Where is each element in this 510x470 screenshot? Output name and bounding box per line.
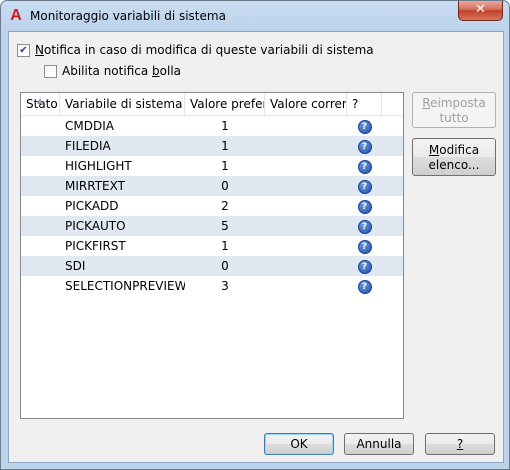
row-preferred-value[interactable]: 1	[185, 116, 265, 136]
row-variable-name[interactable]: HIGHLIGHT	[60, 156, 185, 176]
row-current-value[interactable]	[265, 136, 347, 156]
row-variable-name[interactable]: SDI	[60, 256, 185, 276]
cancel-button[interactable]: Annulla	[344, 433, 414, 455]
help-question-icon[interactable]: ?	[357, 259, 372, 274]
row-variable-name[interactable]: FILEDIA	[60, 136, 185, 156]
help-question-icon[interactable]: ?	[357, 199, 372, 214]
column-header-preferred[interactable]: Valore preferi	[185, 93, 265, 115]
row-preferred-value[interactable]: 3	[185, 276, 265, 296]
row-variable-name[interactable]: PICKADD	[60, 196, 185, 216]
row-current-value[interactable]	[265, 116, 347, 136]
table-row[interactable]: PICKFIRST 1?	[21, 236, 403, 256]
row-preferred-value[interactable]: 1	[185, 136, 265, 156]
row-preferred-value[interactable]: 1	[185, 156, 265, 176]
title-bar[interactable]: A Monitoraggio variabili di sistema ✕	[1, 1, 509, 31]
row-help-cell[interactable]: ?	[347, 136, 382, 156]
list-header: ▲ Stato Variabile di sistema Valore prefe…	[21, 93, 403, 116]
row-current-value[interactable]	[265, 256, 347, 276]
row-help-cell[interactable]: ?	[347, 276, 382, 296]
edit-list-button[interactable]: Modifica elenco...	[412, 138, 496, 176]
row-preferred-value[interactable]: 1	[185, 236, 265, 256]
row-help-cell[interactable]: ?	[347, 196, 382, 216]
balloon-checkbox[interactable]	[44, 64, 57, 78]
help-question-icon[interactable]: ?	[357, 119, 372, 134]
row-current-value[interactable]	[265, 176, 347, 196]
column-header-variable[interactable]: Variabile di sistema	[60, 93, 185, 115]
row-preferred-value[interactable]: 0	[185, 256, 265, 276]
row-preferred-value[interactable]: 2	[185, 196, 265, 216]
row-current-value[interactable]	[265, 216, 347, 236]
table-row[interactable]: MIRRTEXT 0?	[21, 176, 403, 196]
row-help-cell[interactable]: ?	[347, 116, 382, 136]
row-variable-name[interactable]: MIRRTEXT	[60, 176, 185, 196]
table-row[interactable]: FILEDIA 1?	[21, 136, 403, 156]
dialog-body: ✔ Notifica in caso di modifica di queste…	[8, 31, 504, 463]
row-preferred-value[interactable]: 5	[185, 216, 265, 236]
row-current-value[interactable]	[265, 156, 347, 176]
help-question-icon[interactable]: ?	[357, 139, 372, 154]
ok-button[interactable]: OK	[264, 433, 334, 455]
window-title: Monitoraggio variabili di sistema	[30, 9, 226, 23]
row-status[interactable]	[21, 136, 60, 156]
help-button[interactable]: ?	[425, 433, 495, 455]
row-variable-name[interactable]: SELECTIONPREVIEW	[60, 276, 185, 296]
reset-all-button[interactable]: Reimposta tutto	[412, 92, 496, 128]
row-help-cell[interactable]: ?	[347, 176, 382, 196]
row-status[interactable]	[21, 156, 60, 176]
row-help-cell[interactable]: ?	[347, 156, 382, 176]
row-current-value[interactable]	[265, 196, 347, 216]
column-header-filler	[382, 93, 402, 115]
help-question-icon[interactable]: ?	[357, 219, 372, 234]
row-status[interactable]	[21, 276, 60, 296]
row-help-cell[interactable]: ?	[347, 256, 382, 276]
help-question-icon[interactable]: ?	[357, 159, 372, 174]
balloon-label[interactable]: Abilita notifica bolla	[62, 64, 181, 78]
notify-label[interactable]: Notifica in caso di modifica di queste v…	[35, 43, 374, 57]
balloon-option[interactable]: Abilita notifica bolla	[44, 64, 181, 78]
table-row[interactable]: SELECTIONPREVIEW 3?	[21, 276, 403, 296]
row-variable-name[interactable]: PICKAUTO	[60, 216, 185, 236]
dialog-window: A Monitoraggio variabili di sistema ✕ ✔ …	[0, 0, 510, 470]
help-question-icon[interactable]: ?	[357, 279, 372, 294]
table-row[interactable]: CMDDIA 1?	[21, 116, 403, 136]
row-status[interactable]	[21, 116, 60, 136]
column-header-current[interactable]: Valore corren	[265, 93, 347, 115]
system-variables-list[interactable]: ▲ Stato Variabile di sistema Valore prefe…	[20, 92, 404, 419]
autocad-logo-icon: A	[10, 7, 22, 24]
row-status[interactable]	[21, 216, 60, 236]
row-current-value[interactable]	[265, 276, 347, 296]
table-row[interactable]: PICKAUTO 5?	[21, 216, 403, 236]
row-variable-name[interactable]: CMDDIA	[60, 116, 185, 136]
column-header-help[interactable]: ?	[347, 93, 382, 115]
row-status[interactable]	[21, 196, 60, 216]
row-variable-name[interactable]: PICKFIRST	[60, 236, 185, 256]
help-question-icon[interactable]: ?	[357, 239, 372, 254]
row-preferred-value[interactable]: 0	[185, 176, 265, 196]
row-status[interactable]	[21, 256, 60, 276]
table-row[interactable]: PICKADD 2?	[21, 196, 403, 216]
sort-arrow-icon: ▲	[37, 96, 44, 105]
row-help-cell[interactable]: ?	[347, 216, 382, 236]
list-rows: CMDDIA 1? FILEDIA 1? HIGHLIGHT 1? MIRRTEXT 0? PI…	[21, 116, 403, 296]
notify-option[interactable]: ✔ Notifica in caso di modifica di queste…	[17, 43, 374, 57]
row-status[interactable]	[21, 176, 60, 196]
table-row[interactable]: HIGHLIGHT 1?	[21, 156, 403, 176]
row-status[interactable]	[21, 236, 60, 256]
row-current-value[interactable]	[265, 236, 347, 256]
table-row[interactable]: SDI 0?	[21, 256, 403, 276]
column-header-stato[interactable]: ▲ Stato	[21, 93, 60, 115]
help-question-icon[interactable]: ?	[357, 179, 372, 194]
notify-checkbox[interactable]: ✔	[17, 43, 30, 57]
close-button[interactable]: ✕	[458, 1, 503, 21]
row-help-cell[interactable]: ?	[347, 236, 382, 256]
